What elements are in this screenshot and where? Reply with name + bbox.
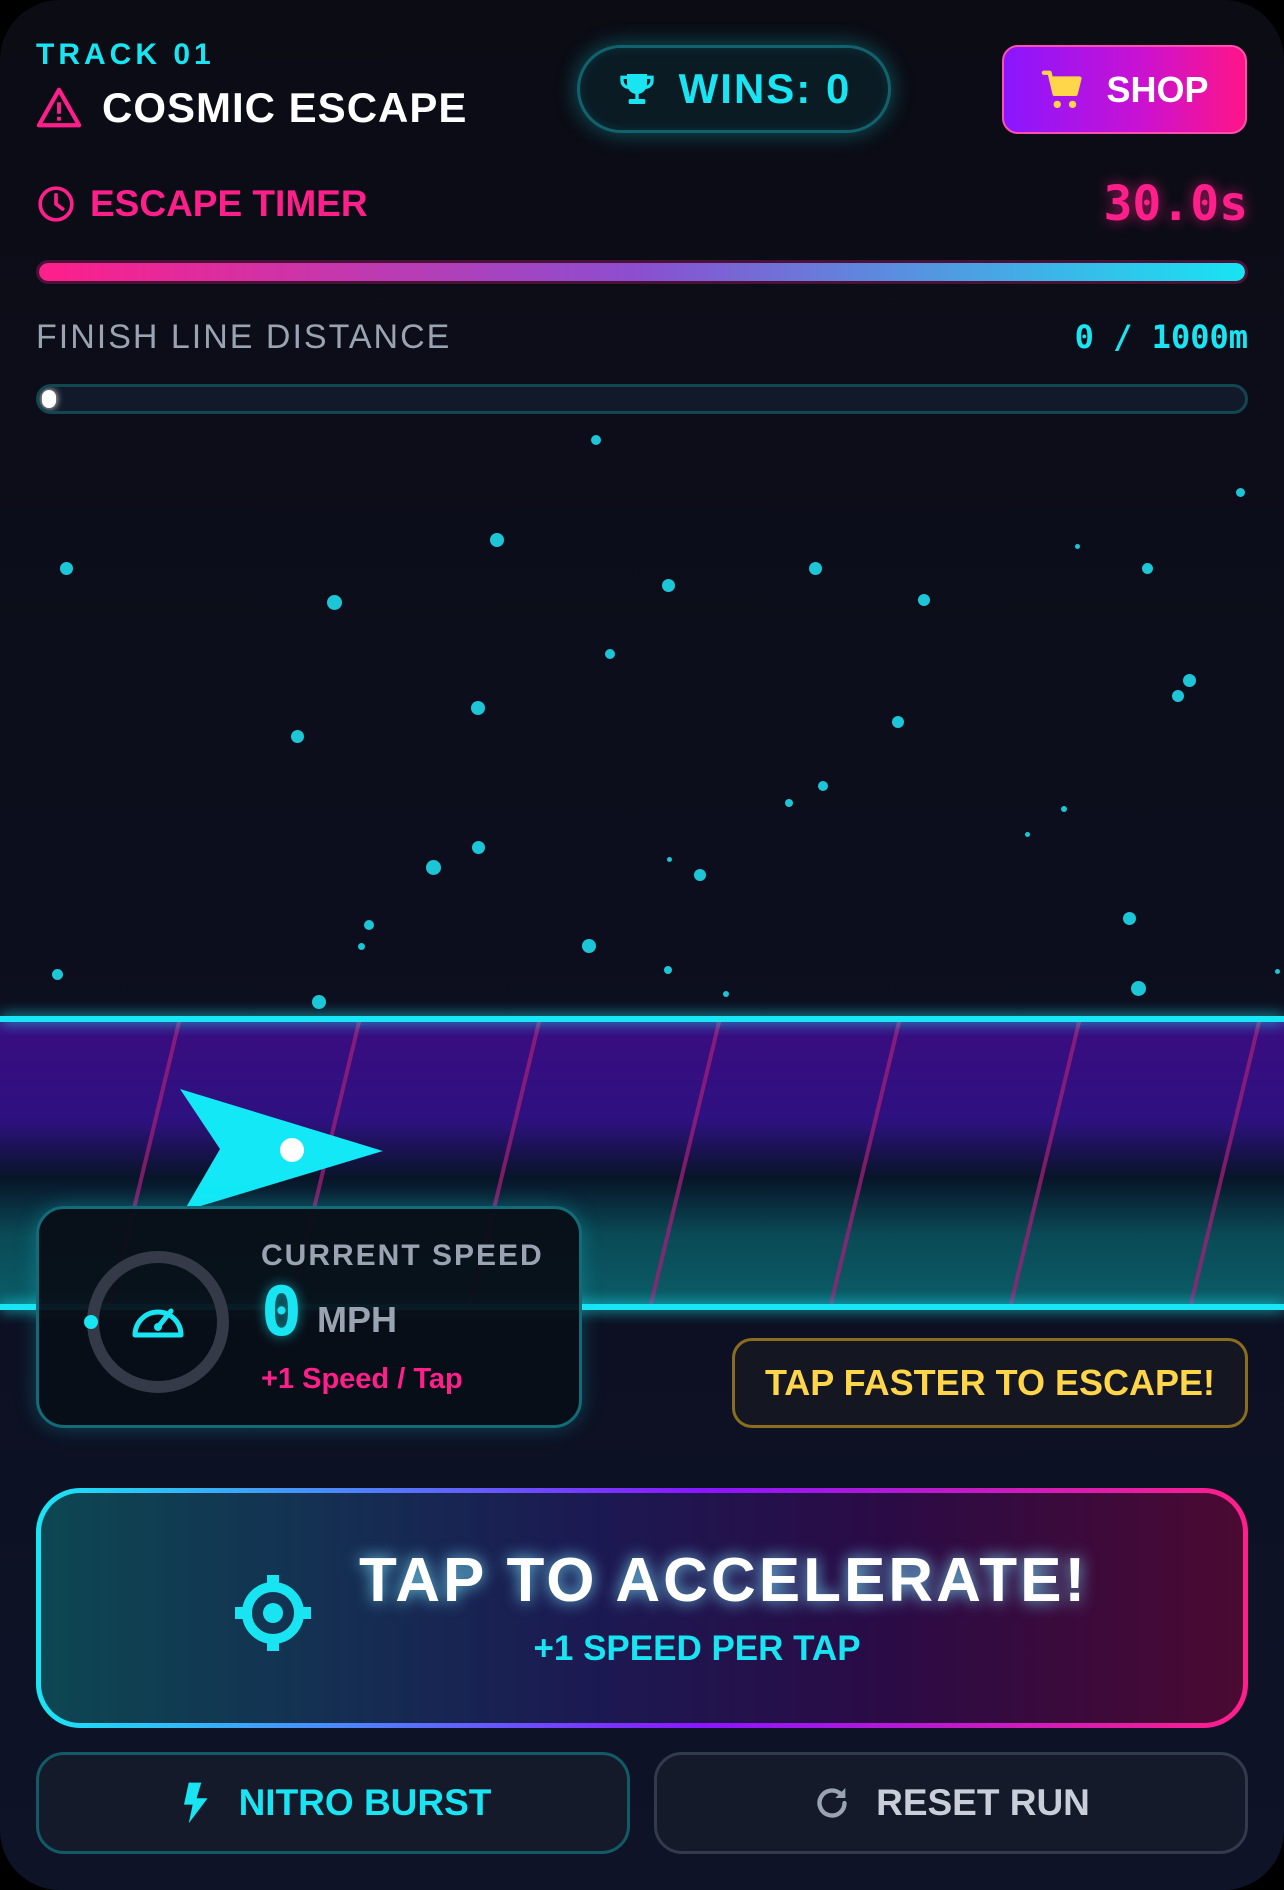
- star: [1182, 673, 1196, 687]
- accelerate-button[interactable]: TAP TO ACCELERATE! +1 SPEED PER TAP: [36, 1488, 1248, 1728]
- star: [666, 856, 672, 862]
- accelerate-button-body: TAP TO ACCELERATE! +1 SPEED PER TAP: [41, 1493, 1243, 1723]
- track-label: TRACK 01: [36, 38, 215, 71]
- accelerate-subtitle: +1 SPEED PER TAP: [533, 1629, 861, 1668]
- star: [723, 991, 729, 997]
- speed-value: 0: [261, 1273, 302, 1352]
- hint-text: TAP FASTER TO ESCAPE!: [764, 1362, 1216, 1403]
- star: [1024, 831, 1030, 837]
- star: [664, 966, 672, 974]
- timer-bar: [36, 260, 1248, 284]
- reset-run-label: RESET RUN: [876, 1782, 1090, 1823]
- player-ship: [180, 1089, 383, 1211]
- track-edge-top: [0, 1016, 1284, 1022]
- star: [785, 799, 793, 807]
- star: [918, 594, 930, 606]
- star: [357, 942, 365, 950]
- trophy-icon: [619, 74, 654, 104]
- speed-per-tap-note: +1 Speed / Tap: [261, 1363, 463, 1395]
- star: [1235, 487, 1245, 497]
- distance-value: 0 / 1000m: [1074, 318, 1248, 356]
- speed-label: CURRENT SPEED: [261, 1239, 544, 1272]
- star: [694, 869, 706, 881]
- star: [59, 561, 73, 575]
- distance-bar: [36, 384, 1248, 414]
- nitro-burst-button[interactable]: NITRO BURST: [36, 1752, 630, 1854]
- distance-marker: [42, 390, 56, 408]
- timer-label-row: ESCAPE TIMER: [36, 183, 368, 225]
- star: [326, 594, 342, 610]
- star: [892, 716, 904, 728]
- star: [1172, 690, 1184, 702]
- star: [605, 649, 615, 659]
- star: [290, 729, 304, 743]
- timer-label: ESCAPE TIMER: [90, 183, 368, 224]
- game-title: COSMIC ESCAPE: [36, 84, 467, 132]
- warning-icon: [36, 87, 82, 128]
- clock-icon: [38, 186, 74, 222]
- timer-value: 30.0s: [1103, 176, 1249, 232]
- star: [661, 578, 675, 592]
- shop-label: SHOP: [1106, 68, 1209, 110]
- star: [471, 840, 485, 854]
- bolt-icon: [183, 1782, 208, 1824]
- wins-text: WINS: 0: [678, 65, 852, 112]
- star: [591, 435, 601, 445]
- star: [582, 939, 596, 953]
- reset-run-button[interactable]: RESET RUN: [654, 1752, 1248, 1854]
- star: [1141, 562, 1153, 574]
- star: [471, 701, 485, 715]
- wins-counter: WINS: 0: [577, 45, 891, 133]
- star: [312, 995, 326, 1009]
- star: [51, 968, 63, 980]
- star: [1130, 980, 1146, 996]
- star: [1061, 806, 1067, 812]
- speedometer-icon: [132, 1308, 184, 1338]
- nitro-burst-label: NITRO BURST: [238, 1782, 492, 1823]
- shop-button[interactable]: SHOP: [1002, 45, 1247, 134]
- game-screen: TRACK 01 COSMIC ESCAPE WINS: 0 SHOP ESCA…: [0, 0, 1284, 1890]
- star: [364, 920, 374, 930]
- star: [808, 561, 822, 575]
- star: [425, 859, 441, 875]
- star: [1074, 543, 1080, 549]
- speed-panel: CURRENT SPEED 0 MPH +1 Speed / Tap: [36, 1206, 582, 1428]
- refresh-icon: [817, 1788, 847, 1818]
- speed-gauge: [84, 1251, 229, 1393]
- title-text: COSMIC ESCAPE: [102, 84, 468, 131]
- star: [818, 781, 828, 791]
- starfield: [0, 420, 1284, 1020]
- accelerate-title: TAP TO ACCELERATE!: [359, 1546, 1089, 1615]
- hint-banner: TAP FASTER TO ESCAPE!: [732, 1338, 1248, 1428]
- cart-icon: [1042, 70, 1083, 108]
- star: [490, 533, 504, 547]
- speed-unit: MPH: [317, 1299, 397, 1340]
- timer-bar-fill: [39, 263, 1245, 281]
- star: [1274, 968, 1280, 974]
- star: [1122, 911, 1136, 925]
- distance-label: FINISH LINE DISTANCE: [36, 318, 452, 356]
